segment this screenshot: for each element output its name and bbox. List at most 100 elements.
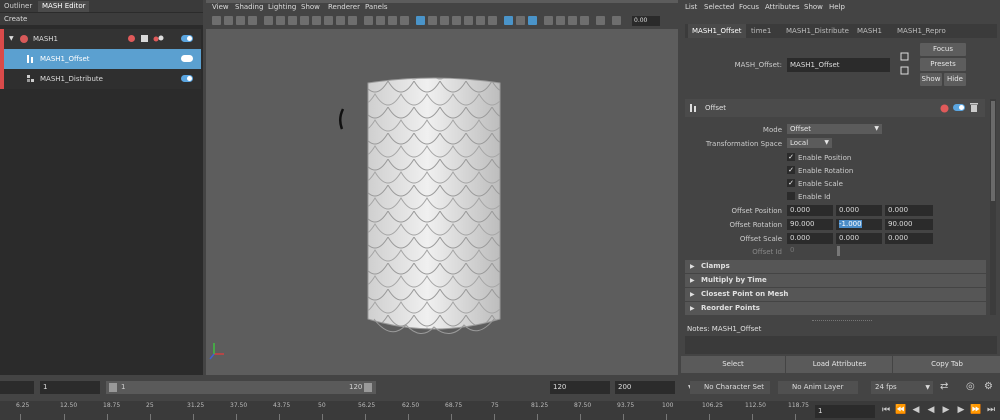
enable-scale-checkbox[interactable]: ✓ [787, 179, 795, 187]
menu-panels[interactable]: Panels [365, 3, 388, 11]
section-clamps[interactable]: ▶ Clamps [685, 260, 986, 273]
tree-row-mash1-offset[interactable]: MASH1_Offset [0, 49, 201, 69]
safe-action-icon[interactable] [324, 16, 333, 25]
menu-selected[interactable]: Selected [704, 3, 734, 11]
presets-button[interactable]: Presets [920, 58, 966, 71]
start-time-field[interactable] [0, 381, 34, 394]
load-attributes-button[interactable]: Load Attributes [787, 356, 893, 373]
hud-icon[interactable] [544, 16, 553, 25]
color-management-icon[interactable] [596, 16, 605, 25]
focus-button[interactable]: Focus [920, 43, 966, 56]
offset-rotation-z[interactable]: 90.000 [885, 219, 933, 230]
range-handle-end[interactable] [364, 383, 372, 392]
bookmark-icon[interactable] [236, 16, 245, 25]
character-set-dropdown[interactable]: No Character Set [690, 381, 770, 394]
space-dropdown[interactable]: Local ▼ [787, 138, 832, 148]
show-button[interactable]: Show [920, 73, 942, 86]
autokey-icon[interactable]: ◎ [966, 381, 975, 392]
end-time-field[interactable]: 200 [615, 381, 675, 394]
wireframe-on-shaded-icon[interactable] [388, 16, 397, 25]
offset-position-y[interactable]: 0.000 [836, 205, 882, 216]
ambient-occlusion-icon[interactable] [464, 16, 473, 25]
current-frame-field[interactable]: 1 [815, 405, 875, 418]
preferences-icon[interactable]: ⚙ [984, 381, 993, 392]
default-lighting-icon[interactable] [400, 16, 409, 25]
enable-toggle[interactable] [181, 35, 193, 42]
presets-arrow-icon[interactable] [900, 66, 912, 75]
step-forward-frame-icon[interactable]: ▶ [955, 404, 967, 417]
use-lights-icon[interactable] [440, 16, 449, 25]
go-to-end-icon[interactable]: ⏭ [985, 404, 997, 417]
time-slider[interactable]: 6.25 12.50 18.75 25 31.25 37.50 43.75 50… [0, 401, 1000, 420]
tab-mash1-repro[interactable]: MASH1_Repro [897, 24, 946, 38]
section-closest-point[interactable]: ▶ Closest Point on Mesh [685, 288, 986, 301]
tab-outliner[interactable]: Outliner [0, 1, 36, 12]
motion-blur-icon[interactable] [476, 16, 485, 25]
enable-toggle[interactable] [953, 104, 965, 111]
gamma-icon[interactable] [580, 16, 589, 25]
menu-show[interactable]: Show [804, 3, 823, 11]
offset-position-z[interactable]: 0.000 [885, 205, 933, 216]
network-icon[interactable] [153, 34, 164, 43]
pan-zoom-icon[interactable] [348, 16, 357, 25]
tab-mash1-distribute[interactable]: MASH1_Distribute [786, 24, 849, 38]
menu-list[interactable]: List [685, 3, 697, 11]
textured-icon[interactable] [428, 16, 437, 25]
collapse-arrow-icon[interactable]: ▼ [9, 29, 14, 49]
tab-mash1[interactable]: MASH1 [857, 24, 882, 38]
step-back-frame-icon[interactable]: ◀ [910, 404, 922, 417]
menu-focus[interactable]: Focus [739, 3, 759, 11]
offset-section-header[interactable]: Offset [685, 99, 985, 117]
xray-joints-icon[interactable] [528, 16, 537, 25]
isolate-select-icon[interactable] [504, 16, 513, 25]
focus-arrow-icon[interactable] [900, 52, 912, 61]
offset-scale-x[interactable]: 0.000 [787, 233, 833, 244]
select-button[interactable]: Select [681, 356, 786, 373]
gate-mask-icon[interactable] [300, 16, 309, 25]
enable-position-checkbox[interactable]: ✓ [787, 153, 795, 161]
enable-id-checkbox[interactable] [787, 192, 795, 200]
repro-icon[interactable] [140, 34, 149, 43]
menu-attributes[interactable]: Attributes [765, 3, 800, 11]
resolution-gate-icon[interactable] [288, 16, 297, 25]
attributes-icon[interactable] [224, 16, 233, 25]
menu-lighting[interactable]: Lighting [268, 3, 296, 11]
offset-id-slider[interactable] [837, 246, 840, 256]
anim-layer-dropdown[interactable]: No Anim Layer [778, 381, 858, 394]
scrollbar[interactable] [990, 99, 996, 315]
tree-row-mash1-distribute[interactable]: MASH1_Distribute [0, 69, 201, 89]
menu-shading[interactable]: Shading [235, 3, 263, 11]
mute-icon[interactable] [127, 34, 136, 43]
loop-icon[interactable]: ⇄ [940, 381, 948, 392]
grid-icon[interactable] [264, 16, 273, 25]
offset-rotation-x[interactable]: 90.000 [787, 219, 833, 230]
menu-show[interactable]: Show [301, 3, 320, 11]
viewport-canvas[interactable] [206, 29, 678, 375]
menu-renderer[interactable]: Renderer [328, 3, 360, 11]
exposure-icon[interactable] [568, 16, 577, 25]
play-forwards-icon[interactable]: ▶ [940, 404, 952, 417]
step-forward-key-icon[interactable]: ⏩ [970, 404, 982, 417]
scrollbar-thumb[interactable] [991, 101, 995, 201]
shadows-icon[interactable] [452, 16, 461, 25]
step-back-key-icon[interactable]: ⏪ [895, 404, 907, 417]
go-to-start-icon[interactable]: ⏮ [880, 404, 892, 417]
safe-title-icon[interactable] [336, 16, 345, 25]
offset-scale-z[interactable]: 0.000 [885, 233, 933, 244]
texture-icon[interactable] [556, 16, 565, 25]
wireframe-icon[interactable] [364, 16, 373, 25]
mode-dropdown[interactable]: Offset ▼ [787, 124, 882, 134]
playback-start-field[interactable]: 1 [40, 381, 100, 394]
menu-help[interactable]: Help [829, 3, 845, 11]
trash-icon[interactable] [970, 103, 978, 113]
range-handle-start[interactable] [109, 383, 117, 392]
image-plane-icon[interactable] [248, 16, 257, 25]
film-gate-icon[interactable] [276, 16, 285, 25]
copy-tab-button[interactable]: Copy Tab [894, 356, 1000, 373]
fps-dropdown[interactable]: 24 fps ▼ [871, 381, 933, 394]
hide-button[interactable]: Hide [944, 73, 966, 86]
menu-view[interactable]: View [212, 3, 229, 11]
exposure-field[interactable]: 0.00 [632, 16, 660, 26]
enable-rotation-checkbox[interactable]: ✓ [787, 166, 795, 174]
offset-scale-y[interactable]: 0.000 [836, 233, 882, 244]
